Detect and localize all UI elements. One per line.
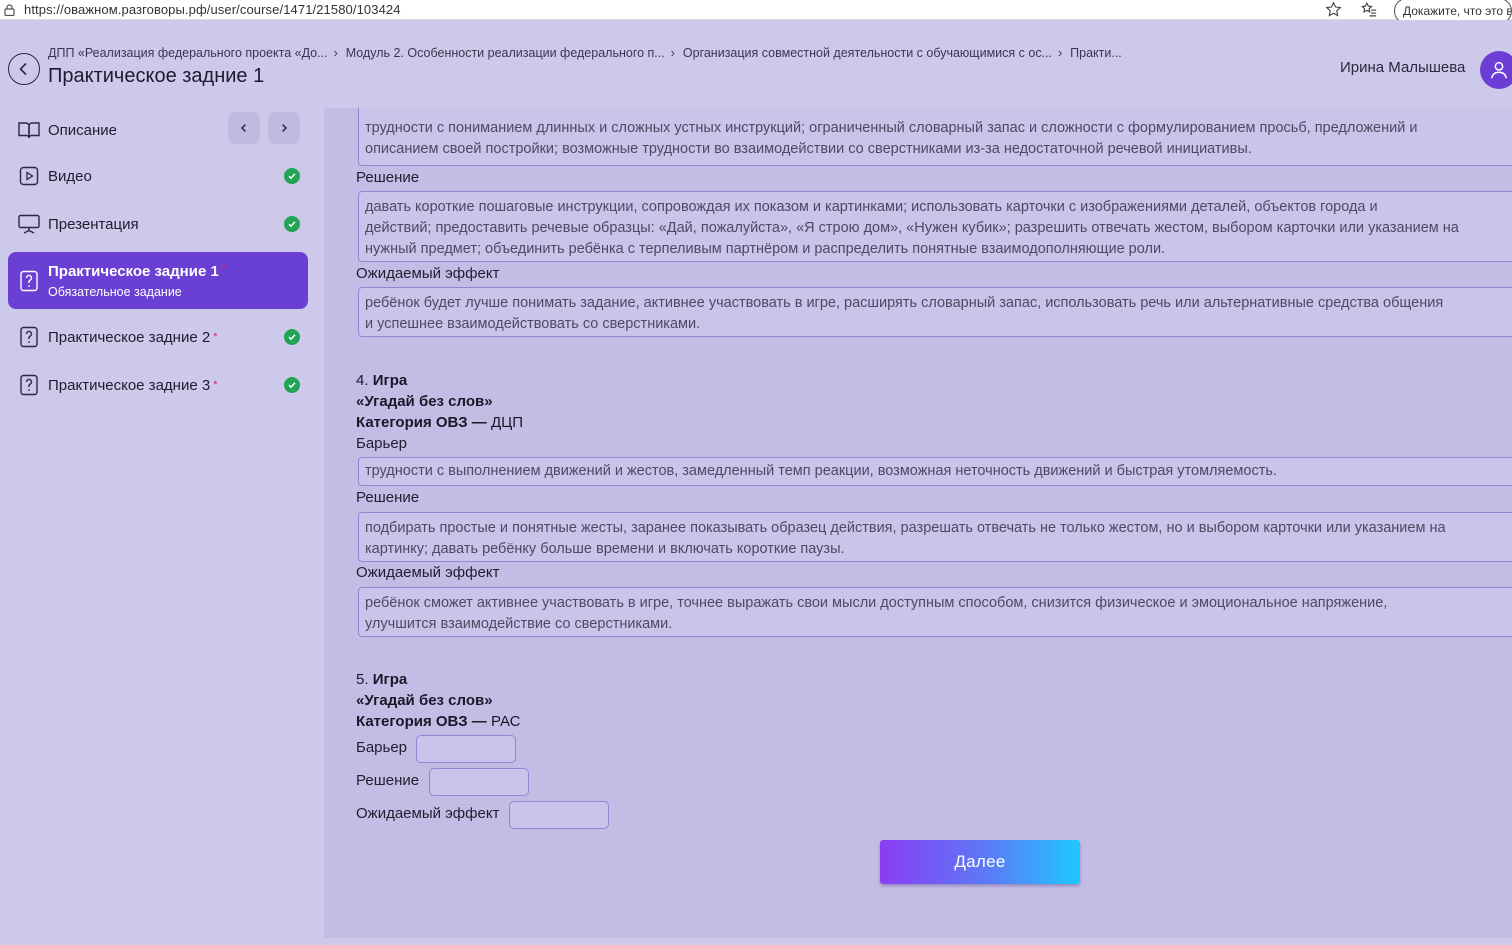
field-text-line: и успешнее взаимодействовать со сверстни… bbox=[365, 316, 701, 332]
next-nav-button[interactable] bbox=[268, 112, 300, 144]
breadcrumb: ДПП «Реализация федерального проекта «До… bbox=[48, 46, 1122, 60]
effect-field[interactable]: ребёнок будет лучше понимать задание, ак… bbox=[358, 287, 1512, 337]
sidebar-item-label: Практическое задние 1 bbox=[48, 262, 219, 280]
solution-label: Решение bbox=[356, 489, 420, 506]
breadcrumb-item[interactable]: ДПП «Реализация федерального проекта «До… bbox=[48, 46, 328, 60]
effect-input[interactable] bbox=[509, 801, 609, 829]
effect-label: Ожидаемый эффект bbox=[356, 805, 500, 822]
item-heading: 4. Игра bbox=[356, 372, 407, 389]
item-name: «Угадай без слов» bbox=[356, 692, 493, 709]
avatar[interactable] bbox=[1480, 51, 1512, 89]
barrier-field[interactable]: трудности с пониманием длинных и сложных… bbox=[358, 108, 1512, 166]
field-text-line: картинку; давать ребёнку больше времени … bbox=[365, 541, 845, 557]
sidebar-item-label: Описание bbox=[48, 121, 118, 139]
url-text[interactable]: https://оважном.разговоры.рф/user/course… bbox=[24, 2, 1322, 17]
sidebar-item-task-2[interactable]: Практическое задние 2 * bbox=[8, 315, 308, 359]
barrier-label: Барьер bbox=[356, 435, 408, 452]
video-icon bbox=[17, 164, 41, 188]
lock-icon bbox=[2, 3, 16, 17]
sidebar-item-presentation[interactable]: Презентация bbox=[8, 202, 308, 246]
required-mark: * bbox=[213, 379, 218, 391]
chevron-left-icon bbox=[240, 123, 247, 133]
required-mark: * bbox=[213, 331, 218, 343]
next-button[interactable]: Далее bbox=[880, 840, 1080, 884]
breadcrumb-item[interactable]: Модуль 2. Особенности реализации федерал… bbox=[346, 46, 665, 60]
item-game: Игра bbox=[372, 671, 408, 688]
field-text-line: улучшится взаимодействие со сверстниками… bbox=[365, 616, 673, 632]
effect-field[interactable]: ребёнок сможет активнее участвовать в иг… bbox=[358, 587, 1512, 637]
book-icon bbox=[17, 118, 41, 142]
solution-field[interactable]: подбирать простые и понятные жесты, зара… bbox=[358, 512, 1512, 562]
field-text-line: действий; предоставить речевые образцы: … bbox=[365, 220, 1459, 236]
solution-label: Решение bbox=[356, 169, 420, 186]
browser-address-bar: https://оважном.разговоры.рф/user/course… bbox=[0, 0, 1512, 24]
item-game: Игра bbox=[372, 372, 408, 389]
prev-button[interactable] bbox=[228, 112, 260, 144]
field-text-line: ребёнок будет лучше понимать задание, ак… bbox=[365, 295, 1444, 311]
field-text-line: описанием своей постройки; возможные тру… bbox=[365, 141, 1252, 157]
solution-label: Решение bbox=[356, 772, 420, 789]
barrier-field[interactable]: трудности с выполнением движений и жесто… bbox=[358, 457, 1512, 486]
sidebar-item-video[interactable]: Видео bbox=[8, 154, 308, 198]
field-text-line: нужный предмет; объединить ребёнка с тер… bbox=[365, 241, 1166, 257]
check-icon bbox=[284, 216, 300, 232]
user-name[interactable]: Ирина Малышева bbox=[1340, 59, 1465, 76]
required-mark: * bbox=[221, 262, 227, 275]
sidebar-item-label: Видео bbox=[48, 167, 92, 185]
sidebar-item-task-3[interactable]: Практическое задние 3 * bbox=[8, 363, 308, 407]
page-title: Практическое задние 1 bbox=[48, 65, 265, 87]
item-number: 4. bbox=[356, 372, 369, 389]
solution-input[interactable] bbox=[429, 768, 529, 796]
question-doc-icon bbox=[17, 373, 41, 397]
barrier-label: Барьер bbox=[356, 739, 408, 756]
item-heading: 5. Игра bbox=[356, 671, 407, 688]
sidebar-item-sublabel: Обязательное задание bbox=[48, 284, 182, 299]
question-doc-icon bbox=[17, 269, 41, 293]
back-button[interactable] bbox=[8, 53, 40, 85]
field-text-line: подбирать простые и понятные жесты, зара… bbox=[365, 520, 1446, 536]
bottom-strip bbox=[0, 938, 1512, 945]
breadcrumb-item[interactable]: Практи... bbox=[1070, 46, 1122, 60]
effect-label: Ожидаемый эффект bbox=[356, 564, 500, 581]
sidebar-item-label: Практическое задние 2 bbox=[48, 328, 211, 346]
chevron-right-icon bbox=[281, 123, 288, 133]
sidebar-item-description[interactable]: Описание bbox=[8, 108, 308, 152]
chevron-right-icon: › bbox=[333, 46, 338, 60]
sidebar-item-label: Презентация bbox=[48, 215, 139, 233]
item-number: 5. bbox=[356, 671, 369, 688]
chevron-right-icon: › bbox=[670, 46, 675, 60]
check-icon bbox=[284, 329, 300, 345]
field-text-line: ребёнок сможет активнее участвовать в иг… bbox=[365, 595, 1388, 611]
field-text-line: трудности с пониманием длинных и сложных… bbox=[365, 120, 1418, 136]
item-category: Категория ОВЗ — РАС bbox=[356, 713, 521, 730]
chevron-left-icon bbox=[19, 62, 27, 76]
sidebar: Описание Видео Презентация Практическое … bbox=[0, 108, 316, 945]
chevron-right-icon: › bbox=[1057, 46, 1063, 60]
presentation-icon bbox=[17, 212, 41, 236]
breadcrumb-item[interactable]: Организация совместной деятельности с об… bbox=[683, 46, 1052, 60]
item-category: Категория ОВЗ — ДЦП bbox=[356, 414, 523, 431]
item-name: «Угадай без слов» bbox=[356, 393, 493, 410]
check-icon bbox=[284, 168, 300, 184]
question-doc-icon bbox=[17, 325, 41, 349]
check-icon bbox=[284, 377, 300, 393]
sidebar-item-task-1[interactable]: Практическое задние 1 * Обязательное зада… bbox=[8, 252, 308, 309]
user-icon bbox=[1490, 61, 1508, 79]
sidebar-item-label: Практическое задние 3 bbox=[48, 376, 211, 394]
star-icon[interactable] bbox=[1322, 1, 1344, 19]
effect-label: Ожидаемый эффект bbox=[356, 265, 500, 282]
solution-field[interactable]: давать короткие пошаговые инструкции, со… bbox=[358, 191, 1512, 262]
barrier-input[interactable] bbox=[416, 735, 516, 763]
task-content: трудности с пониманием длинных и сложных… bbox=[324, 108, 1512, 938]
page-header: ДПП «Реализация федерального проекта «До… bbox=[0, 20, 1512, 108]
favorites-list-icon[interactable] bbox=[1358, 1, 1380, 19]
field-text-line: давать короткие пошаговые инструкции, со… bbox=[365, 199, 1378, 215]
